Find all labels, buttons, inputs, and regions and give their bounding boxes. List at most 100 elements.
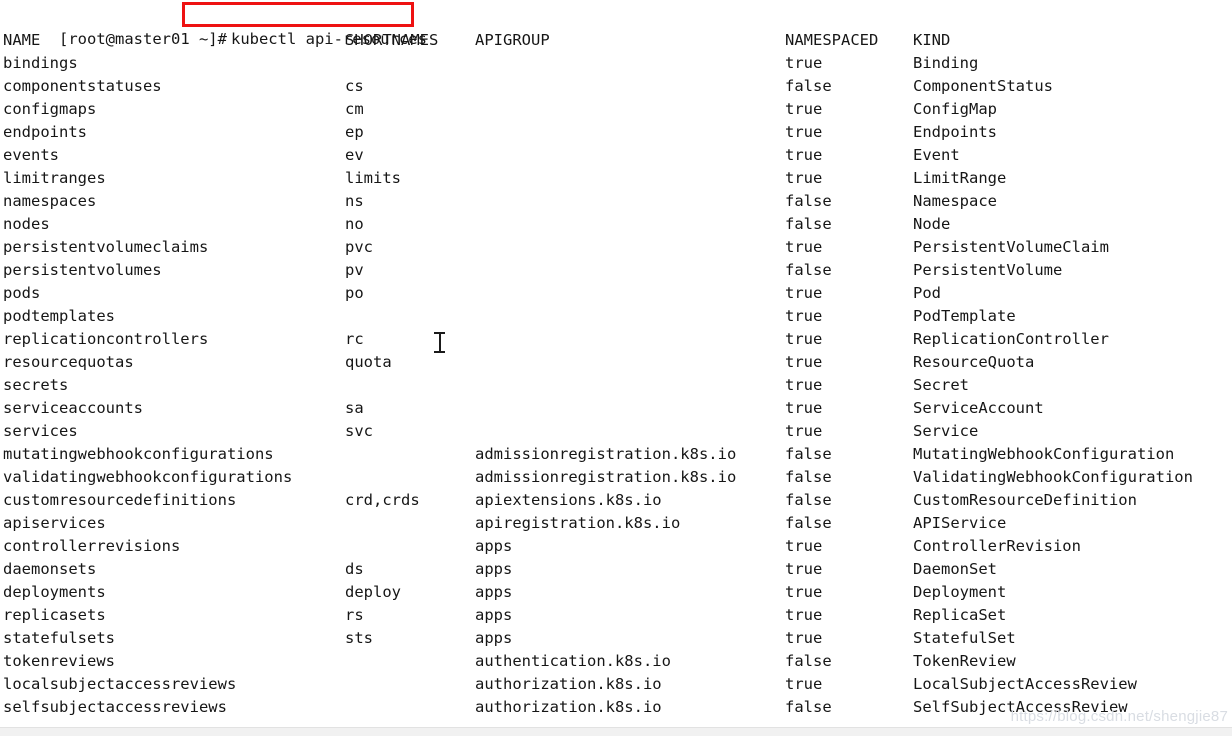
table-row: services svc true Service [0, 420, 1232, 443]
cell-name: daemonsets [3, 560, 97, 578]
cell-kind: Service [913, 422, 979, 440]
column-header-apigroup: APIGROUP [475, 31, 550, 49]
cell-shortnames: ep [345, 123, 364, 141]
cell-name: pods [3, 284, 41, 302]
cell-kind: ResourceQuota [913, 353, 1035, 371]
column-header-name: NAME [3, 31, 41, 49]
cell-name: nodes [3, 215, 50, 233]
cell-kind: Namespace [913, 192, 997, 210]
cell-kind: ReplicationController [913, 330, 1109, 348]
table-header-row: NAME SHORTNAMES APIGROUP NAMESPACED KIND [0, 29, 1232, 52]
cell-apigroup: apps [475, 606, 513, 624]
cell-shortnames: ev [345, 146, 364, 164]
cell-namespaced: true [785, 606, 823, 624]
cell-shortnames: po [345, 284, 364, 302]
table-row: namespaces ns false Namespace [0, 190, 1232, 213]
cell-namespaced: true [785, 54, 823, 72]
table-row: tokenreviews authentication.k8s.io false To… [0, 650, 1232, 673]
cell-name: apiservices [3, 514, 106, 532]
cell-shortnames: no [345, 215, 364, 233]
cell-namespaced: false [785, 698, 832, 716]
cell-namespaced: true [785, 307, 823, 325]
table-row: customresourcedefinitions crd,crds apiexte… [0, 489, 1232, 512]
column-header-shortnames: SHORTNAMES [345, 31, 439, 49]
table-row: deployments deploy apps true Deployment [0, 581, 1232, 604]
cell-namespaced: false [785, 77, 832, 95]
cell-kind: ValidatingWebhookConfiguration [913, 468, 1193, 486]
cell-kind: Event [913, 146, 960, 164]
cell-namespaced: true [785, 238, 823, 256]
cell-apigroup: apiextensions.k8s.io [475, 491, 662, 509]
cell-apigroup: apps [475, 537, 513, 555]
cell-name: podtemplates [3, 307, 115, 325]
cell-name: namespaces [3, 192, 97, 210]
table-row: apiservices apiregistration.k8s.io false AP… [0, 512, 1232, 535]
table-row: statefulsets sts apps true StatefulSet [0, 627, 1232, 650]
table-row: events ev true Event [0, 144, 1232, 167]
table-row: validatingwebhookconfigurations admission… [0, 466, 1232, 489]
cell-kind: DaemonSet [913, 560, 997, 578]
table-row: secrets true Secret [0, 374, 1232, 397]
table-row: configmaps cm true ConfigMap [0, 98, 1232, 121]
cell-namespaced: true [785, 560, 823, 578]
cell-apigroup: admissionregistration.k8s.io [475, 468, 737, 486]
table-row: nodes no false Node [0, 213, 1232, 236]
cell-name: tokenreviews [3, 652, 115, 670]
cell-name: controllerrevisions [3, 537, 181, 555]
terminal-window: [root@master01 ~]# kubectl api-resources … [0, 0, 1232, 736]
table-row: controllerrevisions apps true ControllerRev… [0, 535, 1232, 558]
cell-namespaced: false [785, 192, 832, 210]
cell-name: configmaps [3, 100, 97, 118]
cell-namespaced: false [785, 445, 832, 463]
cell-shortnames: pvc [345, 238, 373, 256]
cell-namespaced: true [785, 583, 823, 601]
cell-kind: Node [913, 215, 951, 233]
terminal-output[interactable]: [root@master01 ~]# kubectl api-resources … [0, 0, 1232, 716]
cell-kind: CustomResourceDefinition [913, 491, 1137, 509]
cell-name: replicationcontrollers [3, 330, 209, 348]
cell-kind: LimitRange [913, 169, 1007, 187]
cell-name: endpoints [3, 123, 87, 141]
cell-shortnames: quota [345, 353, 392, 371]
table-row: serviceaccounts sa true ServiceAccount [0, 397, 1232, 420]
table-row: limitranges limits true LimitRange [0, 167, 1232, 190]
cell-shortnames: sa [345, 399, 364, 417]
table-row: localsubjectaccessreviews authorization.k… [0, 673, 1232, 696]
table-body: bindings true Binding componentstatuses cs fa… [0, 52, 1232, 719]
cell-name: persistentvolumes [3, 261, 162, 279]
cell-namespaced: true [785, 284, 823, 302]
bottom-scrollbar[interactable] [0, 727, 1232, 736]
cell-name: persistentvolumeclaims [3, 238, 209, 256]
cell-name: componentstatuses [3, 77, 162, 95]
cell-apigroup: authorization.k8s.io [475, 675, 662, 693]
cell-namespaced: true [785, 330, 823, 348]
cell-name: statefulsets [3, 629, 115, 647]
cell-name: deployments [3, 583, 106, 601]
cell-name: validatingwebhookconfigurations [3, 468, 293, 486]
watermark: https://blog.csdn.net/shengjie87 [1010, 708, 1228, 725]
column-header-kind: KIND [913, 31, 951, 49]
cell-shortnames: svc [345, 422, 373, 440]
cell-namespaced: true [785, 537, 823, 555]
cell-name: serviceaccounts [3, 399, 143, 417]
cell-shortnames: rc [345, 330, 364, 348]
cell-apigroup: admissionregistration.k8s.io [475, 445, 737, 463]
cell-kind: MutatingWebhookConfiguration [913, 445, 1175, 463]
cell-apigroup: authentication.k8s.io [475, 652, 671, 670]
cell-apigroup: apps [475, 583, 513, 601]
cell-name: bindings [3, 54, 78, 72]
table-row: daemonsets ds apps true DaemonSet [0, 558, 1232, 581]
cell-name: resourcequotas [3, 353, 134, 371]
cell-shortnames: ds [345, 560, 364, 578]
table-row: replicasets rs apps true ReplicaSet [0, 604, 1232, 627]
cell-name: replicasets [3, 606, 106, 624]
table-row: mutatingwebhookconfigurations admissionre… [0, 443, 1232, 466]
cell-name: mutatingwebhookconfigurations [3, 445, 274, 463]
cell-namespaced: true [785, 123, 823, 141]
cell-kind: ReplicaSet [913, 606, 1007, 624]
cell-kind: APIService [913, 514, 1007, 532]
cell-namespaced: true [785, 353, 823, 371]
table-row: bindings true Binding [0, 52, 1232, 75]
cell-namespaced: true [785, 629, 823, 647]
table-row: persistentvolumeclaims pvc true PersistentV… [0, 236, 1232, 259]
